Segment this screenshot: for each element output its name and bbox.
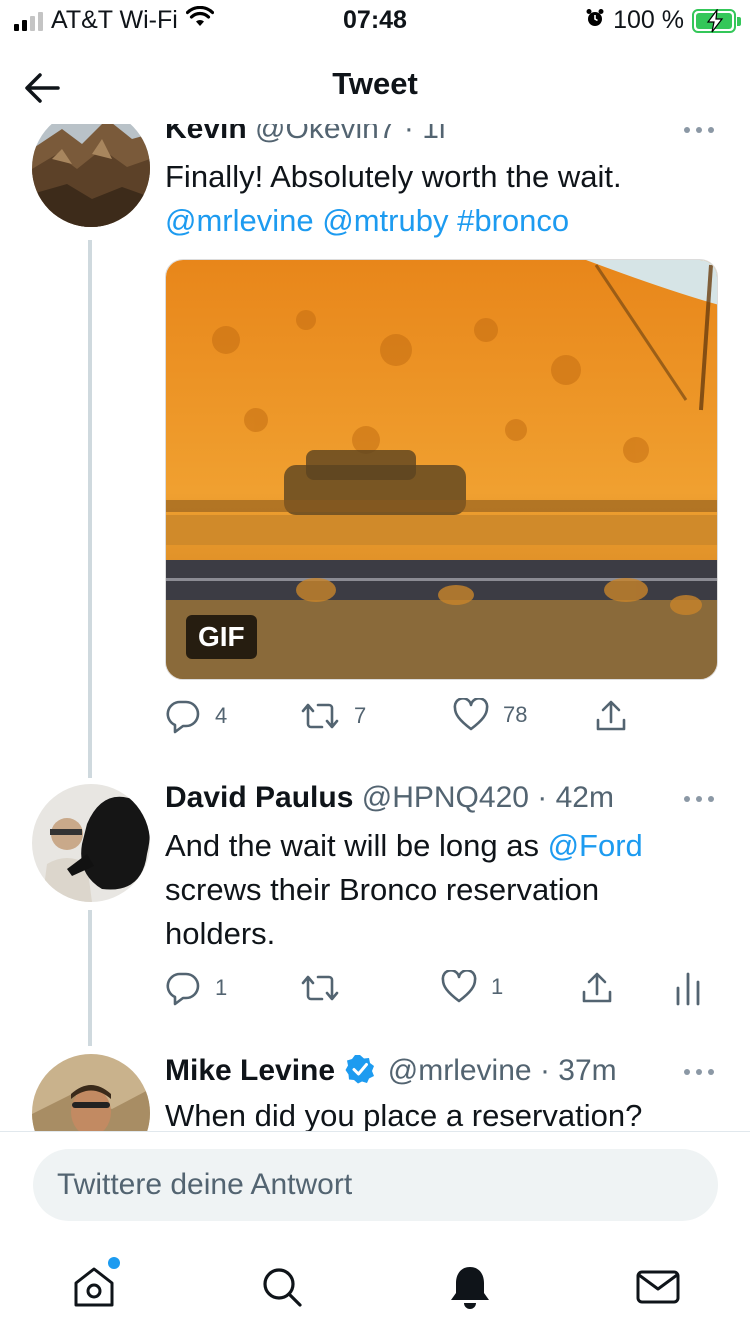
reply-count: 1 — [215, 975, 228, 1000]
alarm-icon — [585, 6, 605, 35]
like-action[interactable]: 78 — [453, 698, 527, 732]
retweet-action[interactable]: 7 — [300, 698, 366, 734]
tweet-thread[interactable]: Kevin @Okevin7 · 1l Finally! Absolutely … — [0, 124, 750, 1131]
reply-count: 4 — [215, 703, 228, 728]
more-options-icon[interactable] — [684, 1069, 714, 1077]
share-action[interactable] — [579, 970, 615, 1006]
like-action[interactable]: 1 — [441, 970, 503, 1004]
tweet-text: When did you place a reservation? — [165, 1094, 705, 1131]
verified-badge-icon — [345, 1055, 375, 1084]
tweet-time: · 42m — [537, 781, 614, 814]
tab-notifications[interactable] — [446, 1263, 494, 1311]
battery-icon — [692, 8, 741, 33]
reply-action[interactable]: 4 — [165, 698, 227, 734]
avatar-kevin[interactable] — [32, 124, 150, 227]
retweet-action[interactable] — [300, 970, 354, 1006]
gif-media[interactable]: GIF — [165, 259, 718, 680]
more-options-icon[interactable] — [684, 127, 714, 135]
tweet-header-david-paulus: David Paulus @HPNQ420 · 42m — [165, 781, 614, 815]
author-name[interactable]: David Paulus — [165, 781, 353, 814]
battery-percent: 100 % — [613, 6, 684, 34]
author-name[interactable]: Kevin — [165, 124, 247, 145]
retweet-icon — [301, 703, 339, 729]
search-icon — [263, 1268, 302, 1307]
retweet-count: 7 — [354, 703, 367, 728]
top-header: Tweet — [0, 44, 750, 124]
new-content-dot — [108, 1257, 120, 1269]
status-bar: AT&T Wi-Fi 07:48 100 % — [0, 0, 750, 44]
tweet-actions: 4 7 78 — [165, 698, 725, 734]
reply-input[interactable] — [33, 1149, 718, 1221]
share-icon — [596, 700, 626, 731]
tweet-time: · 37m — [539, 1054, 617, 1087]
tweet-time: · 1l — [403, 124, 446, 145]
tweet-actions: 1 1 — [165, 970, 725, 1006]
avatar-mike-levine[interactable] — [32, 1054, 150, 1131]
avatar-david-paulus[interactable] — [32, 784, 150, 902]
hashtag-link[interactable]: #bronco — [457, 203, 569, 238]
tweet-text-content: And the wait will be long as — [165, 828, 548, 863]
tweet-header-kevin: Kevin @Okevin7 · 1l — [165, 124, 446, 146]
thread-connector-line — [88, 910, 92, 1046]
like-count: 78 — [503, 702, 528, 727]
tweet-text: And the wait will be long as @Ford screw… — [165, 824, 705, 956]
tab-search[interactable] — [258, 1263, 306, 1311]
gif-badge: GIF — [186, 615, 257, 659]
share-icon — [582, 972, 612, 1003]
retweet-icon — [301, 975, 339, 1001]
tweet-text-content: Finally! Absolutely worth the wait. — [165, 159, 622, 194]
author-handle[interactable]: @Okevin7 — [255, 124, 396, 145]
mention-link[interactable]: @mrlevine — [165, 203, 314, 238]
reply-action[interactable]: 1 — [165, 970, 227, 1006]
thread-connector-line — [88, 240, 92, 778]
more-options-icon[interactable] — [684, 796, 714, 804]
tab-home[interactable] — [70, 1257, 120, 1311]
reply-icon — [166, 972, 200, 1006]
page-title: Tweet — [332, 66, 418, 101]
tweet-text-content: screws their Bronco reservation holders. — [165, 872, 600, 951]
tweet-text-content: When did you place a reservation? — [165, 1098, 643, 1131]
share-action[interactable] — [593, 698, 629, 734]
bottom-tab-bar — [0, 1239, 750, 1334]
heart-icon — [453, 698, 489, 731]
author-name[interactable]: Mike Levine — [165, 1054, 335, 1087]
heart-icon — [441, 970, 477, 1003]
author-handle[interactable]: @HPNQ420 — [362, 781, 529, 814]
analytics-icon — [676, 972, 700, 1006]
analytics-action[interactable] — [673, 970, 703, 1006]
mention-link[interactable]: @Ford — [548, 828, 643, 863]
reply-icon — [166, 700, 200, 734]
mention-link[interactable]: @mtruby — [322, 203, 448, 238]
tab-messages[interactable] — [634, 1263, 682, 1311]
tweet-header-mike-levine: Mike Levine @mrlevine · 37m — [165, 1054, 617, 1088]
home-icon — [74, 1267, 114, 1307]
tweet-text: Finally! Absolutely worth the wait. @mrl… — [165, 155, 705, 243]
author-handle[interactable]: @mrlevine — [388, 1054, 532, 1087]
like-count: 1 — [491, 974, 504, 999]
notifications-icon — [451, 1267, 489, 1309]
messages-icon — [636, 1270, 680, 1304]
reply-composer — [0, 1131, 750, 1239]
status-right: 100 % — [585, 6, 741, 35]
